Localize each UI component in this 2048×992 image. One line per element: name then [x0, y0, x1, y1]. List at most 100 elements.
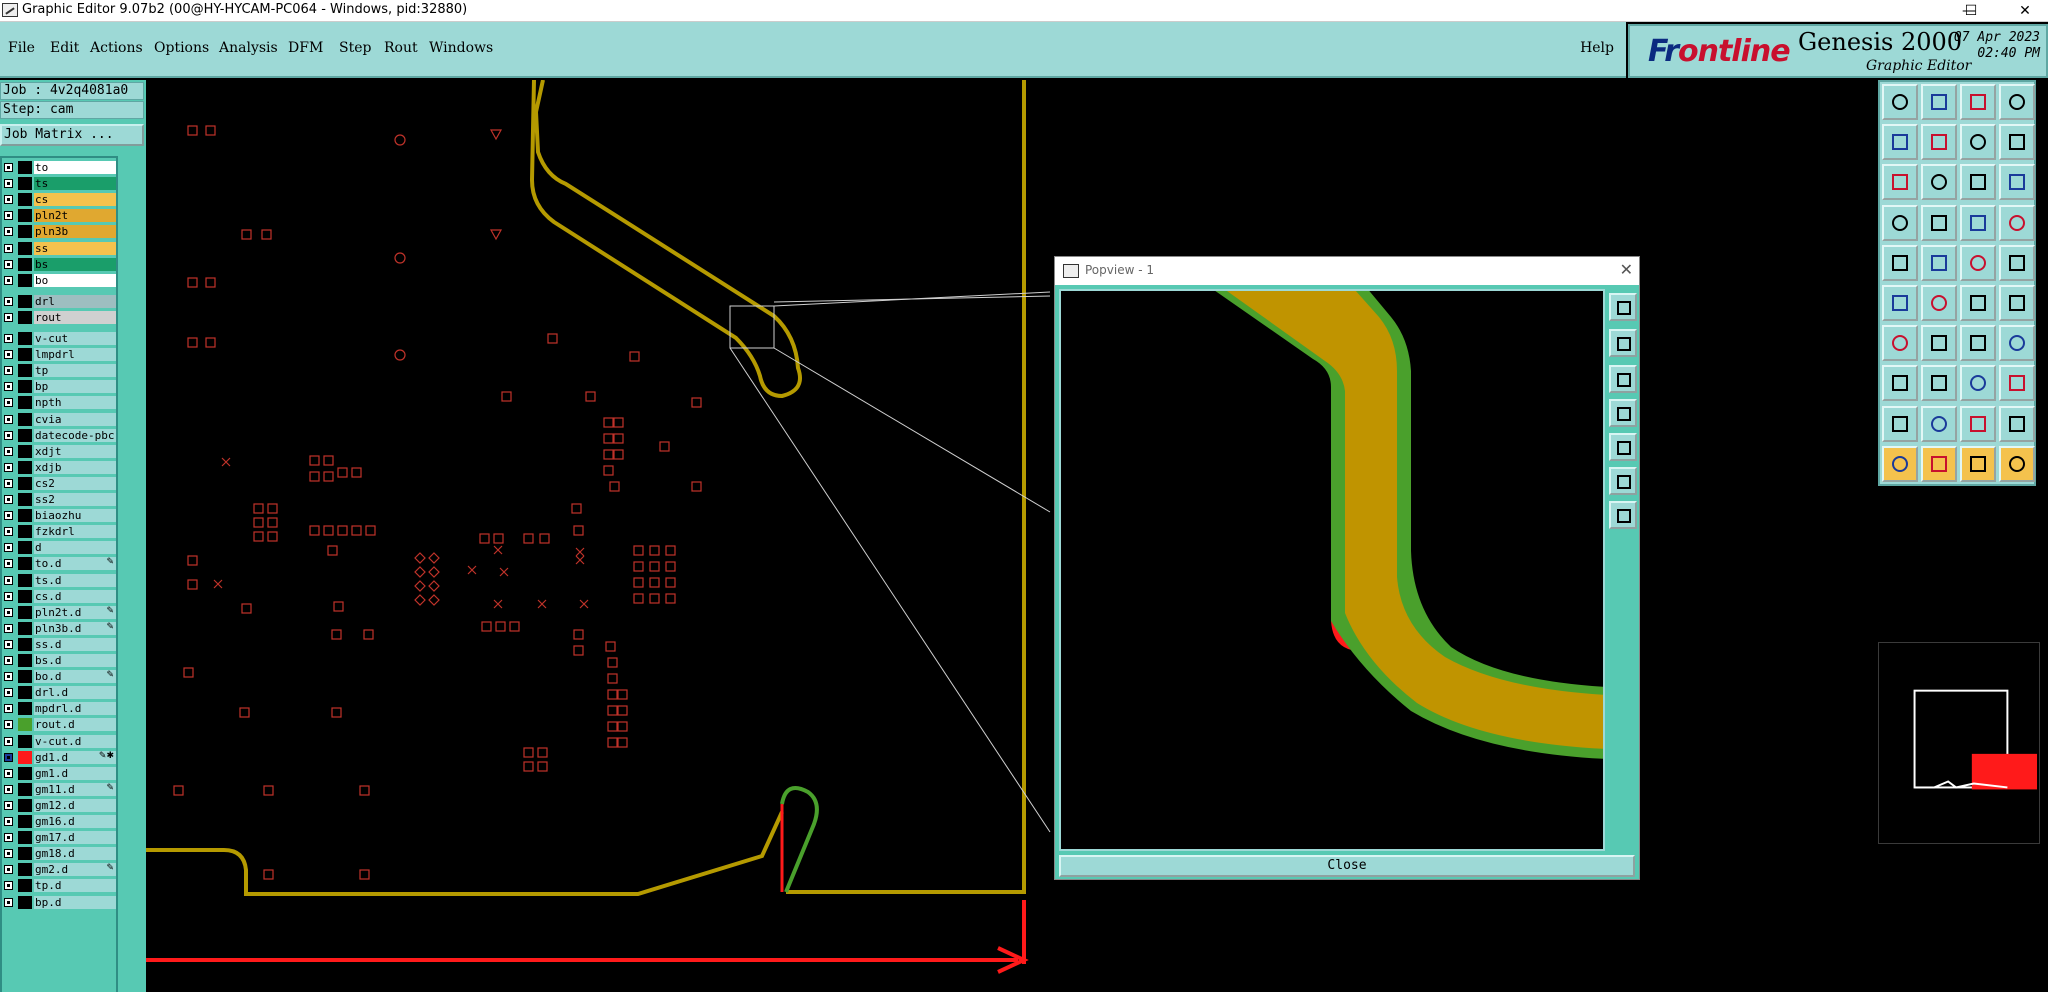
layout-button[interactable] [1999, 84, 2035, 120]
layer-color-swatch[interactable] [18, 348, 32, 362]
layer-checkbox[interactable] [4, 656, 13, 665]
layer-color-swatch[interactable] [18, 493, 32, 506]
layer-checkbox[interactable] [4, 211, 13, 221]
menu-analysis[interactable]: Analysis [219, 40, 278, 56]
layer-checkbox[interactable] [4, 511, 13, 521]
layer-name[interactable]: bs [34, 257, 116, 271]
measure-tool-button[interactable] [1960, 244, 1996, 281]
layer-row[interactable]: bs.d [2, 653, 116, 668]
layer-checkbox[interactable] [4, 591, 13, 601]
import-button[interactable] [1882, 124, 1918, 161]
popview-tool-5[interactable] [1609, 433, 1637, 461]
layer-checkbox[interactable] [4, 446, 13, 456]
layer-color-swatch[interactable] [18, 847, 32, 861]
layer-row[interactable]: v-cut.d [2, 734, 116, 749]
layer-row[interactable]: gm2.d ✎ [2, 862, 116, 877]
layer-name[interactable]: ts [34, 177, 116, 191]
popview-tool-2[interactable] [1609, 329, 1637, 357]
layer-row[interactable]: tp [2, 363, 116, 378]
layer-row[interactable]: gm16.d [2, 814, 116, 829]
layer-row[interactable]: tp.d [2, 878, 116, 893]
layer-checkbox[interactable] [4, 543, 13, 553]
layer-checkbox[interactable] [4, 623, 13, 633]
arc-tool-button[interactable] [1960, 325, 1996, 362]
layer-row[interactable]: cs2 [2, 476, 116, 491]
layer-checkbox[interactable] [4, 334, 13, 343]
layer-row[interactable]: ts.d [2, 573, 116, 588]
layer-row[interactable]: ts [2, 176, 116, 191]
layer-name[interactable]: cvia [34, 412, 116, 426]
layer-row[interactable]: gm1.d [2, 766, 116, 781]
layer-checkbox[interactable] [4, 163, 13, 172]
layer-row[interactable]: mpdrl.d [2, 701, 116, 716]
layer-color-swatch[interactable] [18, 273, 32, 287]
popview-tool-6[interactable] [1609, 467, 1637, 495]
layer-color-swatch[interactable] [18, 573, 32, 587]
layer-name[interactable]: pln3b [34, 225, 116, 239]
layer-row[interactable]: gd1.d ✎✱ [2, 750, 116, 765]
layer-checkbox[interactable] [4, 527, 13, 537]
layer-checkbox[interactable] [4, 752, 13, 762]
layer-color-swatch[interactable] [18, 557, 32, 571]
layer-checkbox[interactable] [4, 243, 13, 253]
layer-color-swatch[interactable] [18, 460, 32, 474]
layer-color-swatch[interactable] [18, 332, 32, 345]
tri-c-button[interactable] [1960, 405, 1996, 442]
layer-checkbox[interactable] [4, 195, 13, 205]
layer-checkbox[interactable] [4, 800, 13, 810]
layer-name[interactable]: rout [34, 310, 116, 324]
ruler-tool-button[interactable] [1960, 365, 1996, 402]
layer-row[interactable]: d [2, 540, 116, 555]
layer-row[interactable]: to [2, 160, 116, 175]
layer-checkbox[interactable] [4, 607, 13, 617]
layer-row[interactable]: xdjb [2, 460, 116, 475]
layer-row[interactable]: rout [2, 310, 116, 325]
job-matrix-button[interactable]: Job Matrix ... [0, 124, 144, 146]
help-query-button[interactable] [1999, 164, 2035, 201]
layer-checkbox[interactable] [4, 430, 13, 440]
layer-name[interactable]: bo [34, 273, 116, 287]
layer-checkbox[interactable] [4, 833, 13, 843]
layer-name[interactable]: biaozhu [34, 509, 116, 523]
snap-line-button[interactable] [1999, 285, 2035, 321]
layer-name[interactable]: gm1.d [34, 766, 116, 780]
flip-tool-button[interactable] [1999, 325, 2035, 362]
layer-color-swatch[interactable] [18, 734, 32, 748]
slope-tool-button[interactable] [1921, 325, 1957, 362]
layer-checkbox[interactable] [4, 259, 13, 269]
layer-name[interactable]: bs.d [34, 654, 116, 667]
layer-checkbox[interactable] [4, 817, 13, 826]
popview-tool-1[interactable] [1609, 293, 1637, 321]
layer-color-swatch[interactable] [18, 637, 32, 651]
layer-name[interactable]: gm12.d [34, 798, 116, 812]
layer-name[interactable]: ts.d [34, 573, 116, 587]
layer-name[interactable]: cs.d [34, 589, 116, 603]
layer-row[interactable]: npth [2, 395, 116, 410]
layer-color-swatch[interactable] [18, 782, 32, 796]
layer-color-swatch[interactable] [18, 396, 32, 410]
layer-color-swatch[interactable] [18, 364, 32, 378]
layer-checkbox[interactable] [4, 865, 13, 875]
layer-row[interactable]: bp.d [2, 895, 116, 910]
layer-row[interactable]: bo.d ✎ [2, 669, 116, 684]
layer-color-swatch[interactable] [18, 294, 32, 308]
layer-checkbox[interactable] [4, 688, 13, 698]
layer-name[interactable]: drl [34, 294, 116, 308]
layer-row[interactable]: drl [2, 294, 116, 309]
layer-row[interactable]: rout.d [2, 717, 116, 732]
line-cut-button[interactable] [1921, 365, 1957, 402]
layer-row[interactable]: ss.d [2, 637, 116, 652]
layer-color-swatch[interactable] [18, 525, 32, 539]
layer-name[interactable]: npth [34, 396, 116, 410]
layer-checkbox[interactable] [4, 478, 13, 488]
layer-color-swatch[interactable] [18, 161, 32, 174]
layer-color-swatch[interactable] [18, 257, 32, 271]
layer-name[interactable]: bp.d [34, 895, 116, 909]
layer-row[interactable]: biaozhu [2, 508, 116, 523]
layer-color-swatch[interactable] [18, 815, 32, 828]
layer-name[interactable]: cs2 [34, 476, 116, 490]
layer-row[interactable]: ss [2, 241, 116, 256]
layer-checkbox[interactable] [4, 768, 13, 778]
layer-color-swatch[interactable] [18, 589, 32, 603]
layer-checkbox[interactable] [4, 312, 13, 322]
